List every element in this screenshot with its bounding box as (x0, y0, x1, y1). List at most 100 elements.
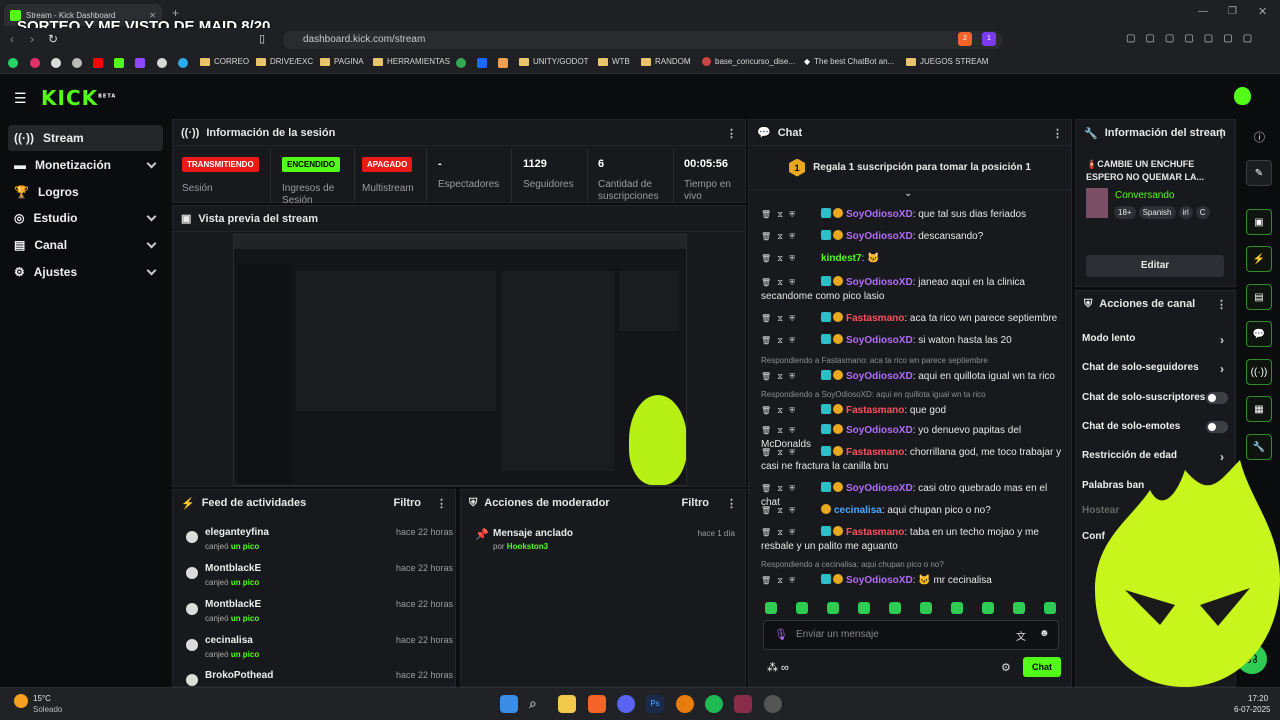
search-icon[interactable]: ⌕ (529, 695, 547, 713)
chat-username[interactable]: SoyOdiosoXD (846, 371, 913, 382)
youtube-icon[interactable] (93, 58, 103, 68)
app-icon[interactable] (734, 695, 752, 713)
category-name[interactable]: Conversando (1115, 190, 1174, 201)
telegram-icon[interactable] (178, 58, 188, 68)
sidebar-item-stream[interactable]: ((·)) Stream (8, 125, 163, 151)
emote-icon[interactable] (920, 602, 932, 614)
stream-preview-video[interactable] (233, 234, 687, 486)
bookmark-drive[interactable]: DRIVE/EXC (256, 57, 313, 66)
mod-action-icons[interactable]: 🗑 ⧖ ⛨ (761, 334, 821, 348)
brave-icon[interactable] (588, 695, 606, 713)
bookmark-icon[interactable]: ▯ (259, 32, 265, 45)
obs-icon[interactable] (764, 695, 782, 713)
translate-icon[interactable]: 文 (1016, 628, 1026, 643)
spotify-icon[interactable] (705, 695, 723, 713)
channel-action-item[interactable]: Chat de solo-seguidores › (1082, 362, 1230, 376)
tag[interactable]: C (1195, 206, 1210, 219)
points-icon[interactable]: ⁂ ∞ (767, 661, 789, 674)
emote-icon[interactable] (1013, 602, 1025, 614)
feed-user[interactable]: eleganteyfina (205, 527, 269, 538)
emote-icon[interactable] (827, 602, 839, 614)
bookmark-juegos[interactable]: JUEGOS STREAM (906, 57, 988, 66)
mod-action-icons[interactable]: 🗑 ⧖ ⛨ (761, 504, 821, 518)
minimize-icon[interactable]: — (1198, 6, 1208, 17)
chat-toggle-icon[interactable]: 💬 (1246, 321, 1272, 347)
behance-icon[interactable] (477, 58, 487, 68)
toggle-switch[interactable] (1206, 421, 1228, 433)
sidebar-item-estudio[interactable]: ◎ Estudio (8, 205, 163, 231)
maximize-icon[interactable]: ❐ (1228, 6, 1237, 17)
tag[interactable]: 18+ (1114, 206, 1136, 219)
more-options-icon[interactable]: ⋮ (1216, 127, 1227, 140)
emoji-icon[interactable]: ☻ (1039, 628, 1050, 639)
mod-action-icons[interactable]: 🗑 ⧖ ⛨ (761, 208, 821, 222)
more-options-icon[interactable]: ⋮ (1052, 127, 1063, 140)
bookmark-chatbot[interactable]: ◆ The best ChatBot an... (804, 57, 894, 66)
more-options-icon[interactable]: ⋮ (436, 497, 447, 510)
chat-username[interactable]: SoyOdiosoXD (846, 231, 913, 242)
photoshop-icon[interactable]: Ps (646, 695, 664, 713)
sidebar-item-logros[interactable]: 🏆 Logros (8, 179, 163, 205)
sidebar-item-monetizacion[interactable]: ▬ Monetización (8, 152, 163, 178)
emote-icon[interactable] (951, 602, 963, 614)
chat-username[interactable]: kindest7 (821, 253, 862, 264)
mod-filter-button[interactable]: Filtro (682, 497, 710, 509)
more-options-icon[interactable]: ⋮ (1216, 298, 1227, 311)
channel-action-item[interactable]: Modo lento › (1082, 333, 1230, 347)
gift-sub-banner[interactable]: 1 Regala 1 suscripción para tomar la pos… (749, 146, 1071, 190)
collapse-icon[interactable]: ⌄ (904, 188, 912, 199)
tag[interactable]: irl (1178, 206, 1193, 219)
bookmark-unity[interactable]: UNITY/GODOT (519, 57, 589, 66)
chat-username[interactable]: SoyOdiosoXD (846, 575, 913, 586)
chat-username[interactable]: SoyOdiosoXD (846, 277, 913, 288)
mod-action-icons[interactable]: 🗑 ⧖ ⛨ (761, 482, 821, 496)
bookmark-site-icon[interactable] (498, 58, 508, 68)
forward-icon[interactable]: › (30, 32, 34, 46)
more-options-icon[interactable]: ⋮ (726, 127, 737, 140)
emote-icon[interactable] (796, 602, 808, 614)
feed-user[interactable]: MontblackE (205, 599, 261, 610)
mod-action-icons[interactable]: 🗑 ⧖ ⛨ (761, 574, 821, 588)
weather-icon[interactable] (14, 694, 28, 708)
mod-action-icons[interactable]: 🗑 ⧖ ⛨ (761, 424, 821, 438)
rewards-icon[interactable]: 1 (982, 32, 996, 46)
info-icon[interactable]: ⓘ (1254, 129, 1265, 145)
feed-user[interactable]: cecinalisa (205, 635, 253, 646)
discord-icon[interactable] (617, 695, 635, 713)
mod-action-icons[interactable]: 🗑 ⧖ ⛨ (761, 230, 821, 244)
chat-username[interactable]: SoyOdiosoXD (846, 425, 913, 436)
close-window-icon[interactable]: ✕ (1258, 5, 1267, 18)
mod-action-icons[interactable]: 🗑 ⧖ ⛨ (761, 276, 821, 290)
chat-username[interactable]: Fastasmano (846, 527, 904, 538)
bookmark-site-icon[interactable] (157, 58, 167, 68)
channel-action-item[interactable]: Chat de solo-emotes (1082, 421, 1230, 433)
bookmark-pagina[interactable]: PAGINA (320, 57, 364, 66)
feed-user[interactable]: BrokoPothead (205, 670, 273, 681)
back-icon[interactable]: ‹ (10, 32, 14, 46)
channel-action-item[interactable]: Chat de solo-suscriptores (1082, 392, 1230, 404)
feed-user[interactable]: MontblackE (205, 563, 261, 574)
emote-icon[interactable] (982, 602, 994, 614)
mod-action-icons[interactable]: 🗑 ⧖ ⛨ (761, 446, 821, 460)
emote-icon[interactable] (858, 602, 870, 614)
chat-username[interactable]: SoyOdiosoXD (846, 209, 913, 220)
edit-stream-button[interactable]: Editar (1086, 255, 1224, 277)
more-options-icon[interactable]: ⋮ (726, 497, 737, 510)
user-avatar[interactable] (1234, 87, 1251, 105)
sidebar-item-canal[interactable]: ▤ Canal (8, 232, 163, 258)
twitch-icon[interactable] (135, 58, 145, 68)
chat-username[interactable]: Fastasmano (846, 313, 904, 324)
tag[interactable]: Spanish (1138, 206, 1176, 219)
mic-icon[interactable]: 🎙 (774, 628, 788, 641)
chat-username[interactable]: Fastasmano (846, 447, 904, 458)
brave-shield-icon[interactable]: 2 (958, 32, 972, 46)
emote-icon[interactable] (1044, 602, 1056, 614)
file-explorer-icon[interactable] (558, 695, 576, 713)
url-bar[interactable]: dashboard.kick.com/stream (283, 31, 1003, 49)
kick-bookmark-icon[interactable] (114, 58, 124, 68)
mod-action-icons[interactable]: 🗑 ⧖ ⛨ (761, 252, 821, 266)
edit-icon[interactable]: ✎ (1246, 160, 1272, 186)
toolbar-extensions-icon[interactable]: ▢▢▢▢▢▢▢ (1126, 33, 1262, 44)
mod-action-icons[interactable]: 🗑 ⧖ ⛨ (761, 312, 821, 326)
activity-toggle-icon[interactable]: ⚡ (1246, 246, 1272, 272)
